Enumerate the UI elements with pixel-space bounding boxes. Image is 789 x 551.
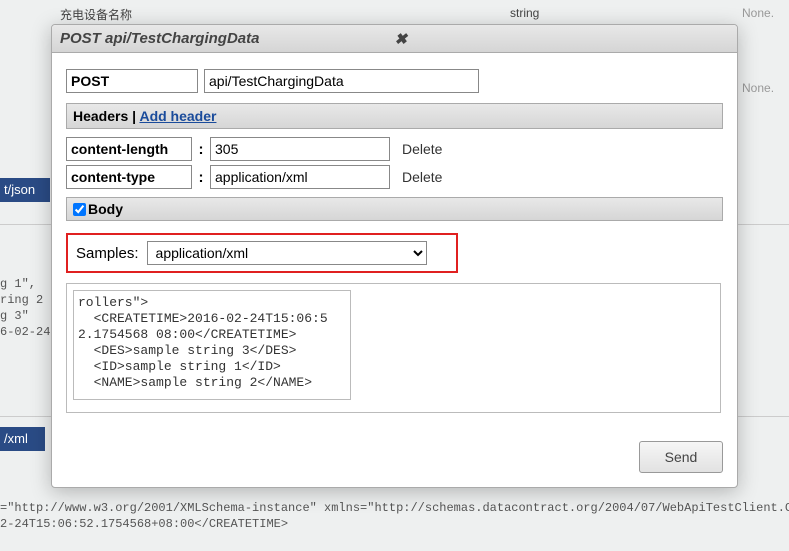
header-value-input[interactable] [210, 137, 390, 161]
header-row: : Delete [66, 165, 723, 189]
close-icon[interactable]: ✖ [391, 30, 730, 48]
colon: : [192, 141, 210, 158]
dialog-title: POST api/TestChargingData [60, 30, 391, 47]
test-client-dialog: POST api/TestChargingData ✖ Headers | Ad… [51, 24, 738, 488]
header-name-input[interactable] [66, 137, 192, 161]
header-value-input[interactable] [210, 165, 390, 189]
bg-tab-xml[interactable]: /xml [0, 427, 45, 451]
headers-label: Headers [73, 108, 128, 124]
url-input[interactable] [204, 69, 479, 93]
bg-left-snippet: g 1", ring 2 g 3" 6-02-24 [0, 276, 50, 340]
dialog-title-bar[interactable]: POST api/TestChargingData ✖ [52, 25, 737, 53]
samples-row-highlighted: Samples: application/xml [66, 233, 458, 273]
colon: : [192, 169, 210, 186]
bg-field-none-2: None. [742, 81, 774, 95]
bg-field-none-1: None. [742, 6, 774, 20]
bg-field-label: 充电设备名称 [60, 6, 132, 23]
body-textarea[interactable] [73, 290, 351, 400]
body-section-header: Body [66, 197, 723, 221]
body-label: Body [88, 201, 123, 217]
delete-header-link[interactable]: Delete [402, 141, 442, 157]
add-header-link[interactable]: Add header [139, 108, 216, 124]
header-name-input[interactable] [66, 165, 192, 189]
bg-tab-json[interactable]: t/json [0, 178, 50, 202]
http-method-input[interactable] [66, 69, 198, 93]
bg-field-type: string [510, 6, 539, 20]
headers-section-header: Headers | Add header [66, 103, 723, 129]
bg-bottom-snippet: ="http://www.w3.org/2001/XMLSchema-insta… [0, 500, 789, 532]
body-panel [66, 283, 721, 413]
delete-header-link[interactable]: Delete [402, 169, 442, 185]
send-button[interactable]: Send [639, 441, 723, 473]
header-row: : Delete [66, 137, 723, 161]
samples-select[interactable]: application/xml [147, 241, 427, 265]
samples-label: Samples: [76, 245, 139, 262]
body-checkbox[interactable] [73, 203, 86, 216]
